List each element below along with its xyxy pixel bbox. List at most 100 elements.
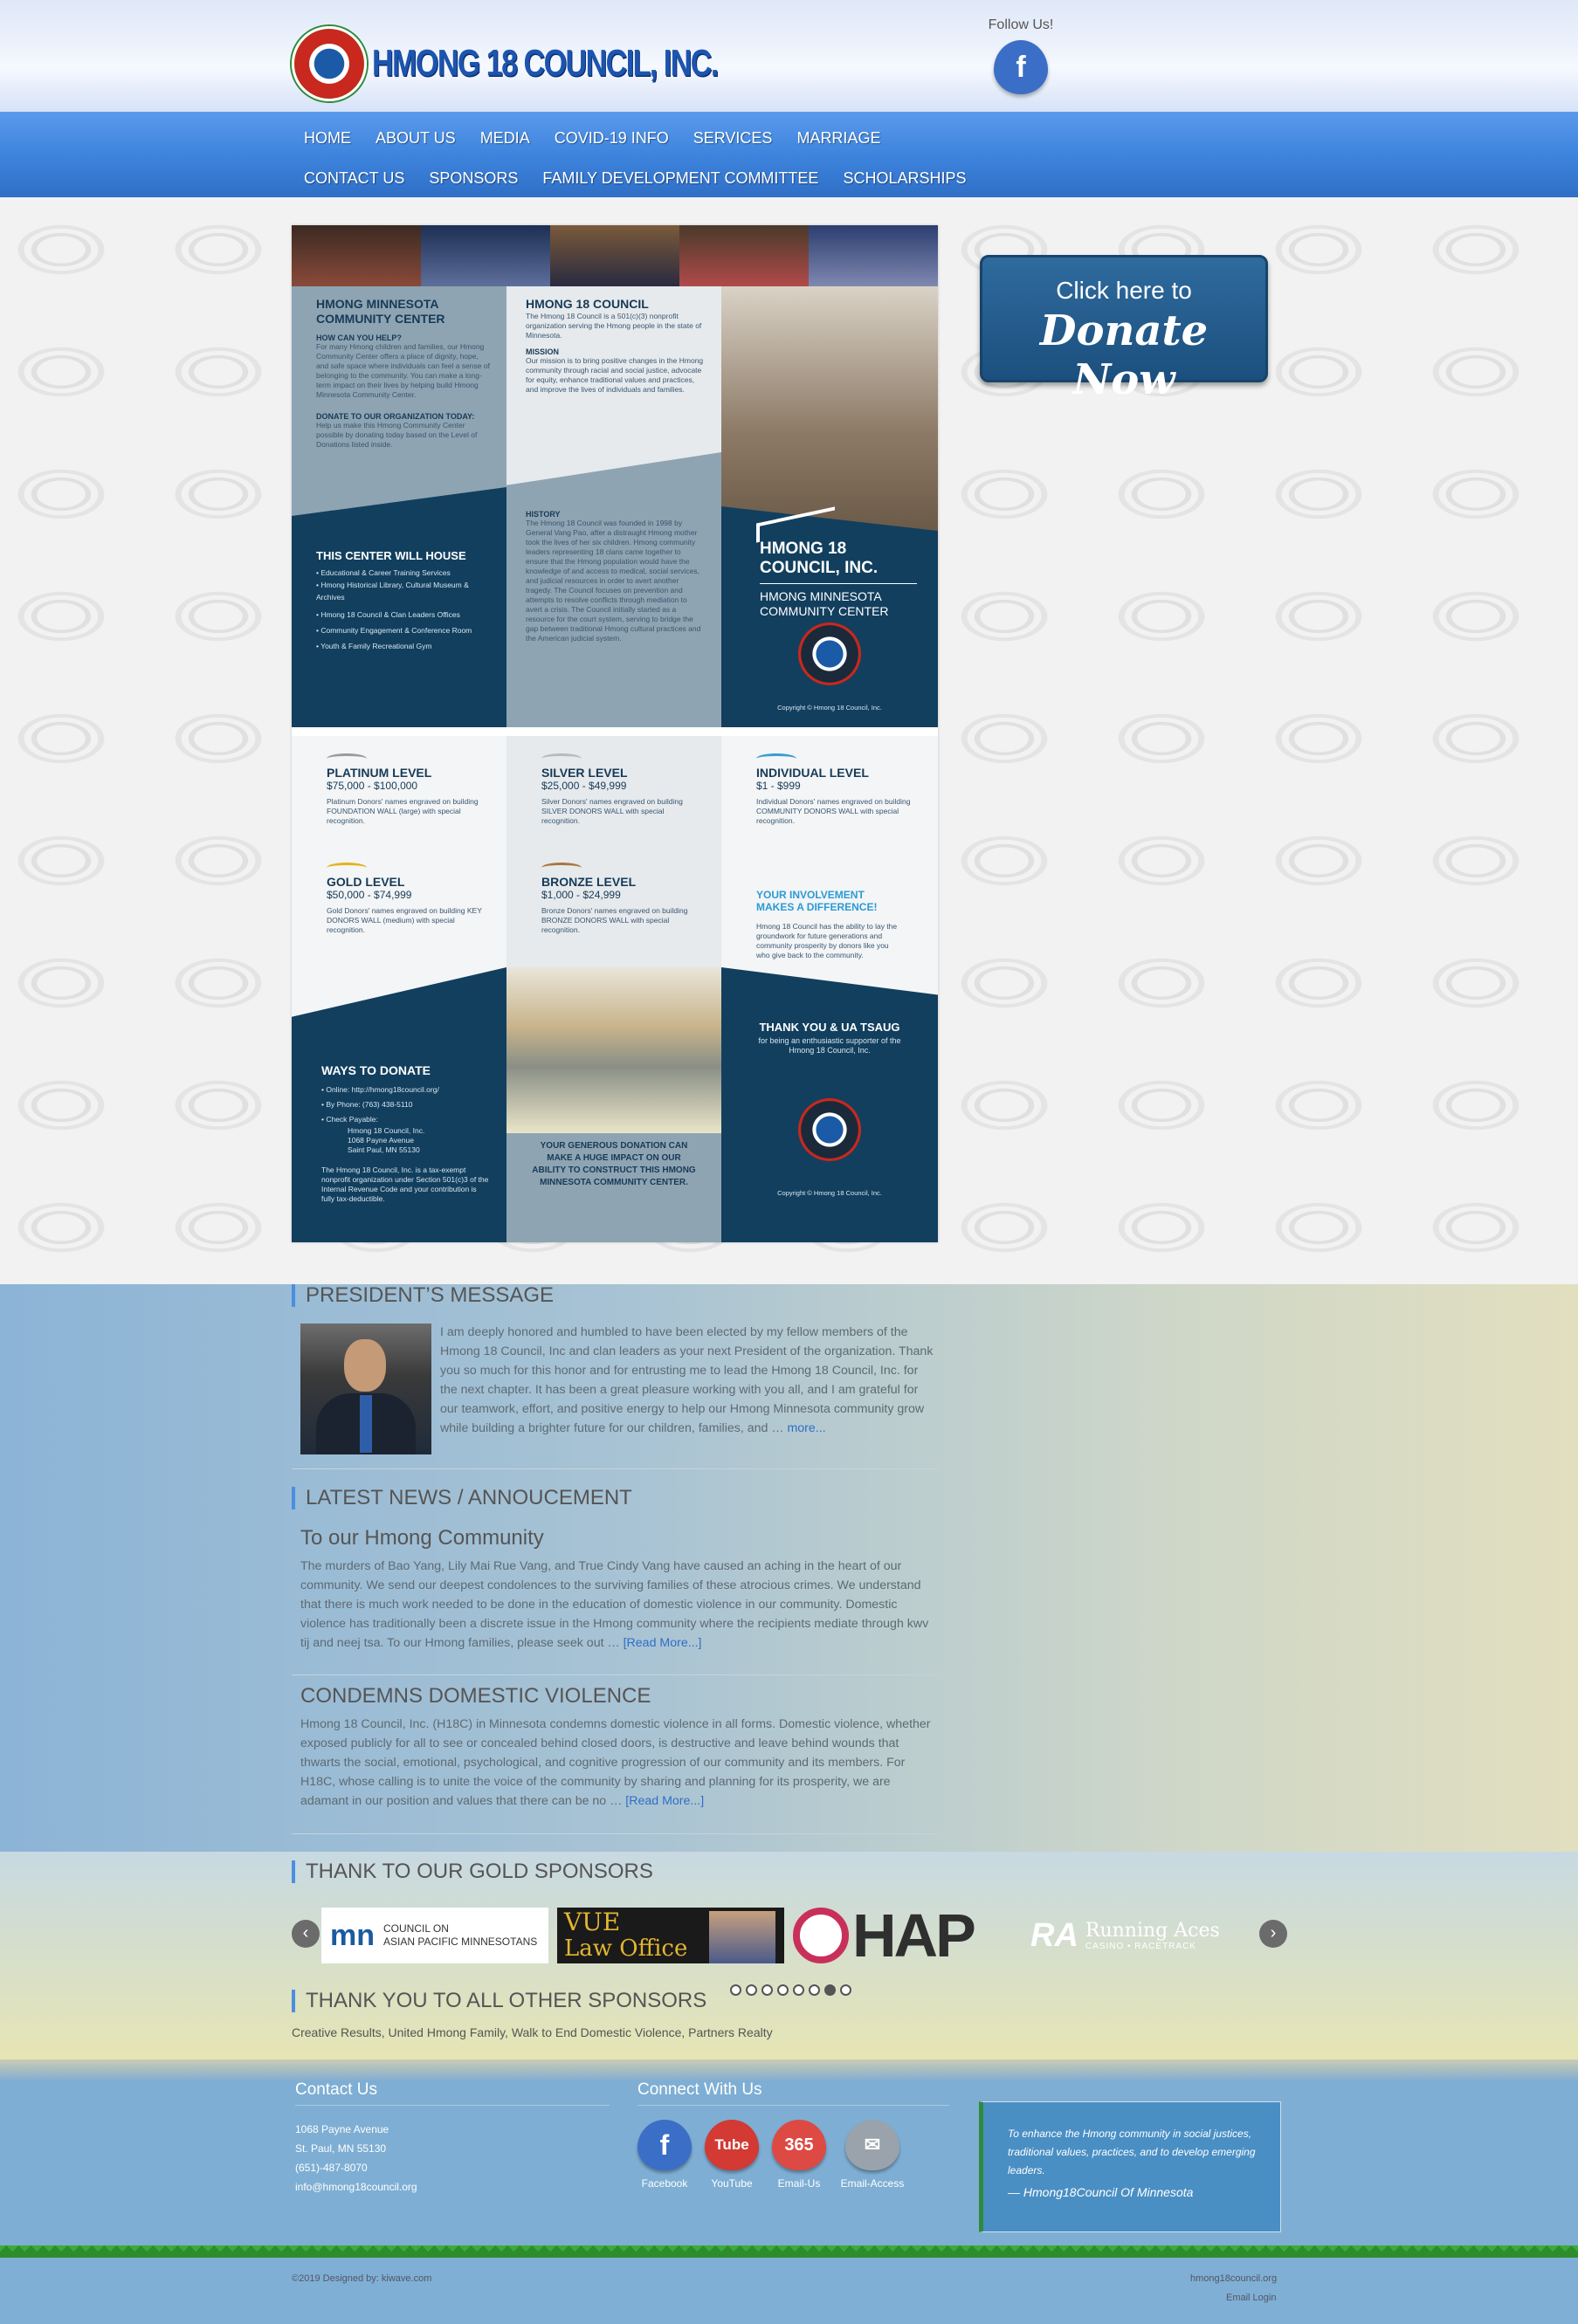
involvement-text: Hmong 18 Council has the ability to lay … xyxy=(756,922,898,959)
nav-sponsors[interactable]: SPONSORS xyxy=(417,161,530,201)
sponsor-logo-running-aces[interactable]: RA Running Aces CASINO • RACETRACK xyxy=(1030,1908,1258,1963)
nav-covid-info[interactable]: COVID-19 INFO xyxy=(542,120,681,161)
social-facebook[interactable]: f Facebook xyxy=(634,2120,695,2190)
carousel-dot[interactable] xyxy=(840,1984,851,1996)
capm-mark: mn xyxy=(330,1918,375,1952)
social-youtube[interactable]: Tube YouTube xyxy=(701,2120,762,2190)
main-banner-area: HMONG MINNESOTA COMMUNITY CENTER HOW CAN… xyxy=(0,197,1578,1284)
president-photo xyxy=(300,1324,431,1454)
email-login-link[interactable]: Email Login xyxy=(1226,2293,1276,2303)
other-sponsors-heading: THANK YOU TO ALL OTHER SPONSORS xyxy=(292,1990,706,2012)
ways-to-donate-block: WAYS TO DONATE • Online: http://hmong18c… xyxy=(292,967,506,1242)
nav-scholarships[interactable]: SCHOLARSHIPS xyxy=(830,161,978,201)
social-label: Email-Access xyxy=(840,2177,905,2190)
read-more-link[interactable]: [Read More...] xyxy=(624,1636,702,1650)
ways-note: The Hmong 18 Council, Inc. is a tax-exem… xyxy=(321,1165,489,1203)
carousel-prev-button[interactable]: ‹ xyxy=(292,1920,320,1948)
contact-email[interactable]: info@hmong18council.org xyxy=(295,2177,417,2197)
level-arc-icon xyxy=(327,863,367,873)
sponsors-section: THANK TO OUR GOLD SPONSORS ‹ mn COUNCIL … xyxy=(0,1852,1578,2059)
carousel-dot[interactable] xyxy=(809,1984,820,1996)
social-email-us[interactable]: 365 Email-Us xyxy=(768,2120,830,2190)
ways-item: Hmong 18 Council, Inc. xyxy=(348,1126,425,1135)
thanks-title: THANK YOU & UA TSAUG xyxy=(759,1021,900,1034)
facebook-heart-icon[interactable]: f xyxy=(994,40,1048,94)
nav-about-us[interactable]: ABOUT US xyxy=(363,120,468,161)
other-sponsors-list: Creative Results, United Hmong Family, W… xyxy=(292,2025,773,2039)
carousel-dot[interactable] xyxy=(793,1984,804,1996)
level-title: GOLD LEVEL xyxy=(327,875,405,889)
brochure-center-panel: HMONG 18 COUNCIL The Hmong 18 Council is… xyxy=(506,286,721,727)
nav-marriage[interactable]: MARRIAGE xyxy=(784,120,892,161)
history-block: HISTORY The Hmong 18 Council was founded… xyxy=(506,452,721,727)
ways-item: Saint Paul, MN 55130 xyxy=(348,1145,420,1154)
level-gold: GOLD LEVEL $50,000 - $74,999 Gold Donors… xyxy=(327,863,484,935)
sponsor-logo-hap[interactable]: HAP xyxy=(793,1905,1022,1966)
donate-line1: Click here to xyxy=(1056,277,1192,304)
ra-sub: CASINO • RACETRACK xyxy=(1085,1942,1196,1951)
carousel-dot[interactable] xyxy=(761,1984,773,1996)
attorney-photo xyxy=(709,1911,775,1963)
level-text: Bronze Donors' names engraved on buildin… xyxy=(541,906,688,934)
house-item: • Community Engagement & Conference Room xyxy=(316,626,472,635)
mission-heading: MISSION xyxy=(526,347,560,356)
carousel-dots xyxy=(730,1984,851,1996)
level-text: Platinum Donors' names engraved on build… xyxy=(327,797,479,825)
social-email-access[interactable]: ✉ Email-Access xyxy=(840,2120,905,2190)
gold-sponsors-heading: THANK TO OUR GOLD SPONSORS xyxy=(292,1860,653,1883)
nav-services[interactable]: SERVICES xyxy=(681,120,785,161)
carousel-dot[interactable] xyxy=(777,1984,789,1996)
donate-now-button[interactable]: Click here to Donate Now xyxy=(980,255,1268,404)
level-platinum: PLATINUM LEVEL $75,000 - $100,000 Platin… xyxy=(327,753,484,826)
social-label: Facebook xyxy=(641,2177,688,2190)
footer-divider xyxy=(0,2059,1578,2080)
center-intro: The Hmong 18 Council is a 501(c)(3) nonp… xyxy=(526,312,702,340)
news-title[interactable]: To our Hmong Community xyxy=(300,1526,544,1550)
brochure-photo-strip xyxy=(292,225,938,286)
level-range: $25,000 - $49,999 xyxy=(541,780,627,792)
ways-title: WAYS TO DONATE xyxy=(321,1063,431,1077)
divider xyxy=(292,1674,938,1675)
connect-heading: Connect With Us xyxy=(637,2080,949,2106)
site-link[interactable]: hmong18council.org xyxy=(1190,2273,1277,2284)
mission-quote: To enhance the Hmong community in social… xyxy=(979,2101,1281,2232)
nav-media[interactable]: MEDIA xyxy=(468,120,542,161)
brochure-seal-icon xyxy=(798,622,861,685)
contact-heading: Contact Us xyxy=(295,2080,610,2106)
carousel-next-button[interactable]: › xyxy=(1259,1920,1287,1948)
involvement-block: YOUR INVOLVEMENT MAKES A DIFFERENCE! Hmo… xyxy=(756,889,900,960)
library-photo xyxy=(506,967,721,1133)
office365-icon: 365 xyxy=(772,2120,826,2170)
thanks-copyright: Copyright © Hmong 18 Council, Inc. xyxy=(777,1189,882,1197)
nav-family-development[interactable]: FAMILY DEVELOPMENT COMMITTEE xyxy=(530,161,830,201)
sponsor-logo-capm[interactable]: mn COUNCIL ON ASIAN PACIFIC MINNESOTANS xyxy=(321,1908,548,1963)
divider xyxy=(292,1833,938,1834)
president-more-link[interactable]: more... xyxy=(787,1421,825,1435)
level-bronze: BRONZE LEVEL $1,000 - $24,999 Bronze Don… xyxy=(541,863,699,935)
youtube-icon: Tube xyxy=(705,2120,759,2170)
level-range: $1,000 - $24,999 xyxy=(541,889,621,901)
news-title[interactable]: CONDEMNS DOMESTIC VIOLENCE xyxy=(300,1684,651,1709)
sponsor-logo-vue-law[interactable]: VUE Law Office xyxy=(557,1908,784,1963)
level-silver: SILVER LEVEL $25,000 - $49,999 Silver Do… xyxy=(541,753,699,826)
sponsor-carousel: ‹ mn COUNCIL ON ASIAN PACIFIC MINNESOTAN… xyxy=(292,1904,1287,1966)
mission-text: Our mission is to bring positive changes… xyxy=(526,356,704,394)
site-logo[interactable]: HMONG 18 COUNCIL, INC. xyxy=(292,26,719,101)
house-item: • Hmong 18 Council & Clan Leaders Office… xyxy=(316,610,460,619)
designed-by[interactable]: ©2019 Designed by: kiwave.com xyxy=(292,2273,431,2284)
level-title: SILVER LEVEL xyxy=(541,766,628,780)
mail-icon: ✉ xyxy=(845,2120,899,2170)
ways-item: • By Phone: (763) 438-5110 xyxy=(321,1100,413,1109)
carousel-dot[interactable] xyxy=(730,1984,741,1996)
carousel-dot[interactable] xyxy=(824,1984,836,1996)
donate-line2: Donate Now xyxy=(1039,306,1209,404)
carousel-dot[interactable] xyxy=(746,1984,757,1996)
nav-contact-us[interactable]: CONTACT US xyxy=(292,161,417,201)
level-arc-icon xyxy=(541,753,582,764)
brochure-left-panel: HMONG MINNESOTA COMMUNITY CENTER HOW CAN… xyxy=(292,286,506,727)
impact-text: YOUR GENEROUS DONATION CAN MAKE A HUGE I… xyxy=(532,1141,696,1187)
read-more-link[interactable]: [Read More...] xyxy=(625,1794,704,1808)
level-text: Gold Donors' names engraved on building … xyxy=(327,906,482,934)
nav-home[interactable]: HOME xyxy=(292,120,363,161)
donation-brochure: HMONG MINNESOTA COMMUNITY CENTER HOW CAN… xyxy=(292,225,938,1242)
